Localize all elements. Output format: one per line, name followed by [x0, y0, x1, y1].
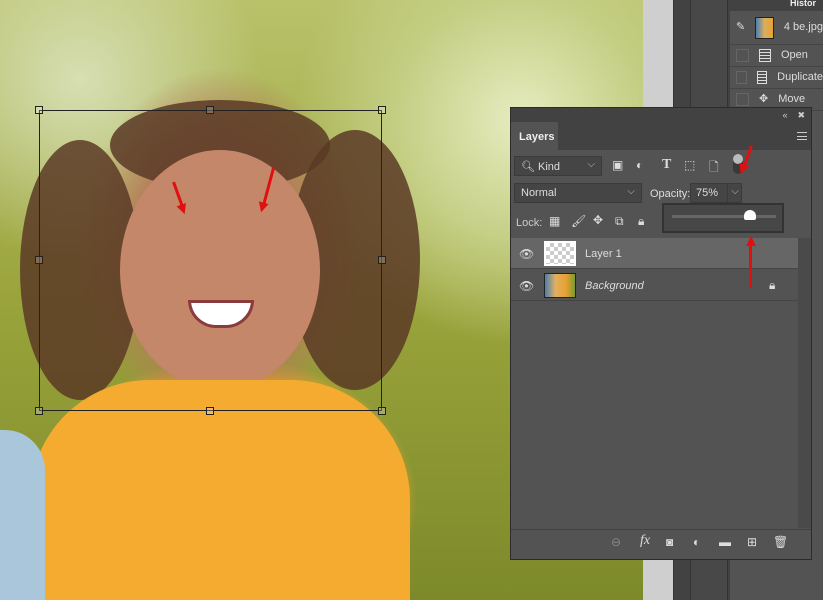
history-item[interactable]: Open [730, 45, 823, 67]
history-tab[interactable]: Histor [730, 0, 823, 11]
smart-object-filter-icon[interactable]: 🗋︎ [709, 158, 719, 179]
lock-transparent-icon[interactable]: ▦ [549, 214, 560, 228]
transform-box[interactable] [39, 110, 382, 411]
lock-paint-icon[interactable]: 🖌︎ [571, 214, 586, 228]
opacity-slider-thumb[interactable] [744, 210, 756, 220]
move-icon: ✥ [759, 93, 769, 105]
filter-kind-select[interactable]: 🔍︎ Kind ⌵ [514, 156, 602, 176]
close-icon[interactable]: ✖ [797, 108, 805, 122]
adjustment-layer-icon[interactable]: ◐ [693, 535, 700, 549]
layers-scrollbar[interactable] [798, 238, 811, 528]
new-layer-icon[interactable]: ⊞ [747, 535, 757, 549]
pixel-filter-icon[interactable]: ▣ [612, 158, 623, 172]
transform-handle[interactable] [378, 106, 386, 114]
history-doc-name: 4 be.jpg [783, 21, 823, 33]
transform-handle[interactable] [378, 407, 386, 415]
transform-handle[interactable] [206, 407, 214, 415]
layer-thumbnail [544, 273, 576, 298]
add-mask-icon[interactable]: ◙ [666, 535, 673, 549]
new-group-icon[interactable]: ▬ [719, 535, 731, 549]
history-snapshot[interactable]: ✎ 4 be.jpg [730, 11, 823, 45]
blend-mode-select[interactable]: Normal ⌵ [514, 183, 642, 203]
transform-handle[interactable] [35, 407, 43, 415]
transform-handle[interactable] [206, 106, 214, 114]
opacity-dropdown-button[interactable]: ⌵ [727, 183, 742, 203]
opacity-slider-popup [662, 203, 784, 233]
chevron-down-icon: ⌵ [587, 159, 595, 170]
snapshot-thumbnail [755, 16, 774, 39]
link-layers-icon[interactable]: ⊖ [611, 535, 621, 549]
lock-label: Lock: [516, 217, 543, 229]
opacity-label: Opacity: [650, 188, 691, 200]
brush-icon: ✎ [736, 21, 746, 33]
opacity-slider-track[interactable] [672, 215, 776, 218]
transform-handle[interactable] [35, 256, 43, 264]
artboard-lock-icon[interactable]: ⧉ [615, 214, 624, 229]
type-filter-icon[interactable]: T [662, 157, 671, 173]
search-icon: 🔍︎ [521, 161, 535, 173]
transform-handle[interactable] [35, 106, 43, 114]
layer-thumbnail [544, 241, 576, 266]
lock-icon: 🔒︎ [769, 278, 776, 292]
eye-icon[interactable]: 👁︎ [519, 247, 534, 261]
annotation-arrow [749, 244, 752, 288]
adjustment-filter-icon[interactable]: ◐ [636, 158, 643, 172]
layers-footer: ⊖ fx ◙ ◐ ▬ ⊞ 🗑︎ [511, 529, 811, 553]
document-icon [756, 71, 768, 84]
delete-layer-icon[interactable]: 🗑︎ [773, 535, 788, 549]
lock-position-icon[interactable]: ✥ [593, 213, 603, 227]
opacity-input[interactable]: 75% [690, 183, 728, 203]
layers-panel: « ✖ Layers 🔍︎ Kind ⌵ ▣ ◐ T ⬚ 🗋︎ Normal ⌵ Op… [510, 107, 812, 560]
collapse-icon[interactable]: « [782, 108, 787, 122]
fx-icon[interactable]: fx [640, 533, 650, 549]
shape-filter-icon[interactable]: ⬚ [684, 158, 695, 172]
shirt [30, 380, 410, 600]
layer-row-background[interactable]: 👁︎ Background 🔒︎ [511, 270, 798, 301]
eye-icon[interactable]: 👁︎ [519, 279, 534, 293]
chevron-down-icon: ⌵ [627, 186, 635, 197]
document-icon [759, 49, 771, 62]
lock-all-icon[interactable]: 🔒︎ [638, 214, 644, 229]
tab-layers[interactable]: Layers [511, 122, 558, 150]
panel-menu-icon[interactable] [797, 132, 807, 140]
arm [0, 430, 45, 600]
history-item[interactable]: Duplicate [730, 67, 823, 89]
transform-handle[interactable] [378, 256, 386, 264]
